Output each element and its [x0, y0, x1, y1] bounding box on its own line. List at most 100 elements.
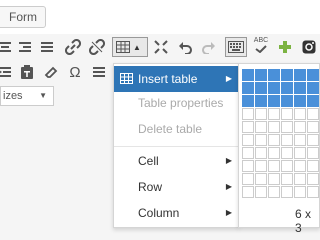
menu-item-cell[interactable]: Cell ▶	[114, 148, 238, 174]
menu-item-label: Column	[138, 206, 180, 220]
menu-item-row[interactable]: Row ▶	[114, 174, 238, 200]
align-right-icon[interactable]	[14, 36, 36, 58]
grid-cell-selected[interactable]	[294, 82, 306, 94]
grid-cell-selected[interactable]	[307, 69, 319, 81]
grid-cell[interactable]	[268, 147, 280, 159]
grid-cell[interactable]	[294, 160, 306, 172]
unlink-icon[interactable]	[86, 36, 108, 58]
grid-cell[interactable]	[242, 147, 254, 159]
grid-cell[interactable]	[268, 186, 280, 198]
grid-cell[interactable]	[294, 108, 306, 120]
grid-cell[interactable]	[281, 173, 293, 185]
spellcheck-label: ABC	[253, 37, 269, 44]
grid-cell-selected[interactable]	[281, 82, 293, 94]
chevron-right-icon: ▶	[225, 74, 232, 83]
grid-cell[interactable]	[307, 173, 319, 185]
grid-cell[interactable]	[281, 186, 293, 198]
grid-cell[interactable]	[268, 108, 280, 120]
menu-item-delete-table: Delete table	[114, 116, 238, 142]
menu-item-label: Insert table	[138, 72, 198, 86]
grid-cell[interactable]	[294, 134, 306, 146]
chevron-right-icon: ▶	[225, 182, 232, 191]
spellcheck-icon[interactable]: ABC	[250, 34, 272, 56]
grid-cell[interactable]	[307, 186, 319, 198]
grid-cell-selected[interactable]	[307, 82, 319, 94]
grid-cell[interactable]	[281, 134, 293, 146]
grid-cell[interactable]	[294, 173, 306, 185]
grid-cell[interactable]	[281, 160, 293, 172]
table-grid[interactable]	[242, 69, 320, 203]
grid-cell-selected[interactable]	[242, 95, 254, 107]
redo-icon[interactable]	[198, 36, 220, 58]
grid-cell[interactable]	[242, 186, 254, 198]
show-blocks-icon[interactable]	[88, 61, 110, 83]
chevron-right-icon: ▶	[225, 156, 232, 165]
grid-cell[interactable]	[255, 121, 267, 133]
grid-cell[interactable]	[255, 147, 267, 159]
table-button[interactable]: ▲	[112, 37, 148, 57]
grid-cell-selected[interactable]	[268, 82, 280, 94]
grid-cell-selected[interactable]	[255, 95, 267, 107]
grid-cell[interactable]	[307, 121, 319, 133]
grid-cell[interactable]	[281, 147, 293, 159]
grid-cell[interactable]	[242, 108, 254, 120]
add-form-button[interactable]: Form	[0, 6, 46, 28]
grid-cell-selected[interactable]	[255, 82, 267, 94]
table-icon	[116, 41, 130, 53]
paste-as-text-icon[interactable]	[16, 61, 38, 83]
grid-cell-selected[interactable]	[255, 69, 267, 81]
fullscreen-icon[interactable]	[150, 36, 172, 58]
grid-cell[interactable]	[255, 160, 267, 172]
grid-cell[interactable]	[281, 108, 293, 120]
instagram-icon[interactable]	[298, 36, 320, 58]
grid-cell[interactable]	[307, 108, 319, 120]
grid-cell[interactable]	[242, 160, 254, 172]
grid-cell[interactable]	[307, 147, 319, 159]
grid-cell[interactable]	[242, 121, 254, 133]
caret-up-icon: ▲	[133, 42, 141, 52]
grid-cell-selected[interactable]	[242, 69, 254, 81]
add-icon[interactable]	[274, 36, 296, 58]
grid-cell[interactable]	[294, 186, 306, 198]
grid-cell[interactable]	[268, 160, 280, 172]
grid-size-label: 6 x 3	[295, 207, 312, 235]
grid-cell[interactable]	[255, 186, 267, 198]
menu-item-label: Row	[138, 180, 163, 194]
table-size-picker: 6 x 3	[238, 63, 320, 235]
grid-cell[interactable]	[255, 173, 267, 185]
grid-cell[interactable]	[268, 121, 280, 133]
indent-icon[interactable]	[0, 61, 16, 83]
grid-cell-selected[interactable]	[242, 82, 254, 94]
menu-item-column[interactable]: Column ▶	[114, 200, 238, 226]
grid-cell[interactable]	[294, 147, 306, 159]
align-justify-icon[interactable]	[36, 36, 58, 58]
grid-cell-selected[interactable]	[268, 69, 280, 81]
chevron-down-icon: ▼	[39, 91, 47, 100]
menu-divider	[114, 146, 238, 147]
menu-item-insert-table[interactable]: Insert table ▶	[114, 66, 238, 92]
grid-cell-selected[interactable]	[281, 95, 293, 107]
link-icon[interactable]	[62, 36, 84, 58]
grid-cell-selected[interactable]	[294, 69, 306, 81]
table-menu: Insert table ▶ Table properties Delete t…	[113, 63, 239, 228]
grid-cell[interactable]	[242, 173, 254, 185]
grid-cell-selected[interactable]	[281, 69, 293, 81]
grid-cell[interactable]	[255, 134, 267, 146]
grid-cell-selected[interactable]	[268, 95, 280, 107]
grid-cell[interactable]	[268, 134, 280, 146]
font-sizes-select[interactable]: izes ▼	[0, 86, 54, 106]
grid-cell-selected[interactable]	[294, 95, 306, 107]
grid-cell[interactable]	[281, 121, 293, 133]
grid-cell-selected[interactable]	[307, 95, 319, 107]
grid-cell[interactable]	[255, 108, 267, 120]
special-character-icon[interactable]: Ω	[64, 61, 86, 83]
chevron-right-icon: ▶	[225, 208, 232, 217]
grid-cell[interactable]	[307, 160, 319, 172]
grid-cell[interactable]	[307, 134, 319, 146]
clear-formatting-icon[interactable]	[40, 61, 62, 83]
grid-cell[interactable]	[242, 134, 254, 146]
keyboard-button[interactable]	[225, 37, 247, 57]
undo-icon[interactable]	[174, 36, 196, 58]
grid-cell[interactable]	[294, 121, 306, 133]
grid-cell[interactable]	[268, 173, 280, 185]
